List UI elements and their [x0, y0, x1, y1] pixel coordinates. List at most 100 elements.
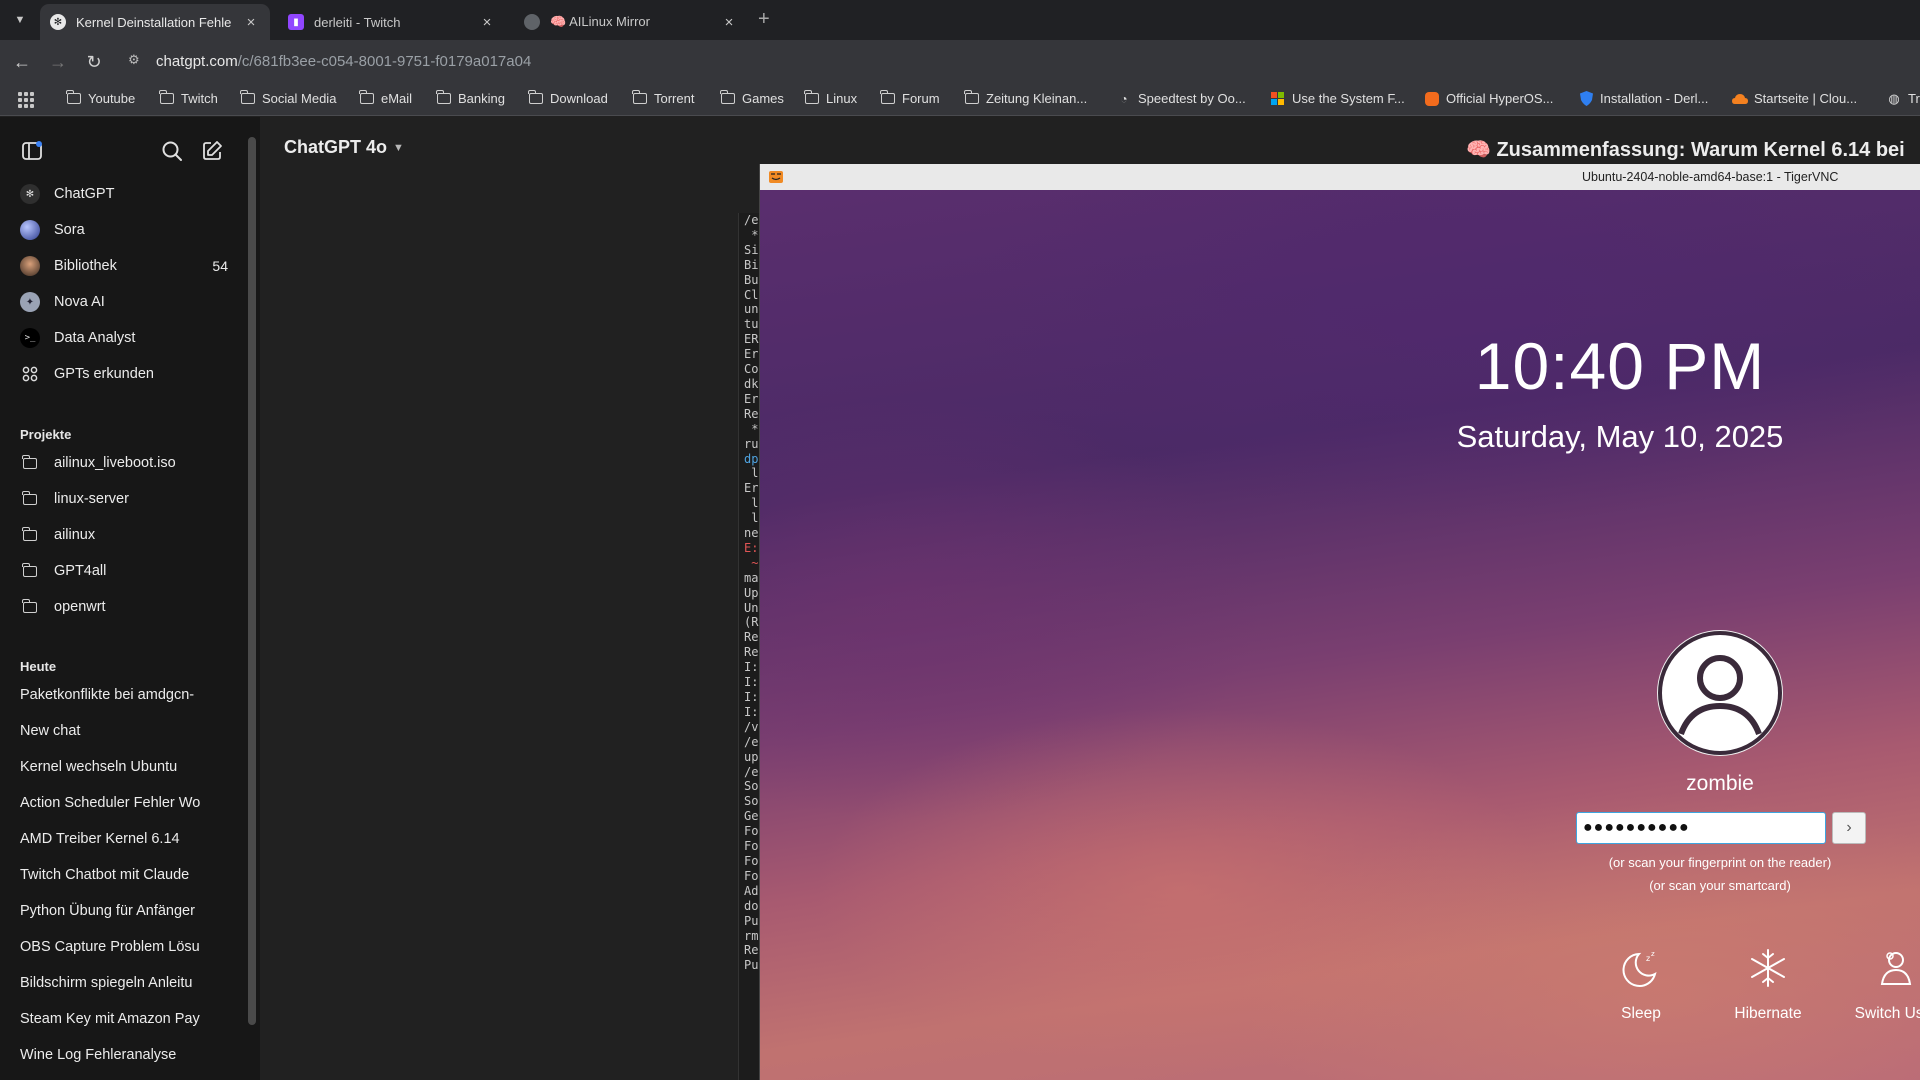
sidebar-item-label: GPTs erkunden: [54, 366, 154, 382]
bookmark-label: Torrent: [654, 91, 695, 106]
fingerprint-hint: (or scan your fingerprint on the reader): [1608, 855, 1832, 870]
bookmark-folder[interactable]: Linux: [804, 90, 858, 106]
chat-history-item[interactable]: Twitch Chatbot mit Claude: [8, 858, 204, 892]
bookmark-label: Games: [742, 91, 784, 106]
chat-history-item[interactable]: Python Übung für Anfänger: [8, 894, 204, 928]
new-tab-button[interactable]: +: [758, 8, 770, 31]
chat-history-item[interactable]: OBS Capture Problem Lösu: [8, 930, 204, 964]
switch-user-label: Switch User: [1854, 1005, 1920, 1022]
chat-history-item[interactable]: New chat: [8, 714, 204, 748]
sleep-label: Sleep: [1621, 1005, 1661, 1022]
bookmark-label: Twitch: [181, 91, 218, 106]
bookmark-label: Linux: [826, 91, 858, 106]
tab-search-chevron-icon[interactable]: ▼: [8, 8, 32, 32]
reload-icon[interactable]: ↻: [82, 50, 106, 74]
close-tab-icon[interactable]: ×: [478, 14, 496, 31]
chat-history-item[interactable]: Action Scheduler Fehler Wo: [8, 786, 204, 820]
explore-gpts-icon: [20, 364, 40, 384]
vnc-window: Ubuntu-2404-noble-amd64-base:1 - TigerVN…: [759, 164, 1920, 1080]
site-info-icon[interactable]: ⚙: [128, 52, 146, 72]
bookmark-folder[interactable]: Games: [720, 90, 784, 106]
chat-history-item[interactable]: AMD Treiber Kernel 6.14: [8, 822, 204, 856]
model-selector[interactable]: ChatGPT 4o ▼: [284, 137, 404, 158]
library-icon: [20, 256, 40, 276]
sidebar-item-label: Bibliothek: [54, 258, 117, 274]
chat-history-item[interactable]: Kernel wechseln Ubuntu: [8, 750, 204, 784]
project-item[interactable]: ailinux_liveboot.iso: [8, 446, 238, 480]
chat-history-item[interactable]: Steam Key mit Amazon Pay: [8, 1002, 204, 1036]
tab-twitch[interactable]: ▮ derleiti - Twitch ×: [278, 4, 506, 40]
password-field[interactable]: ●●●●●●●●●●: [1576, 812, 1826, 844]
folder-icon: [804, 90, 819, 104]
new-chat-icon[interactable]: [200, 139, 224, 163]
bookmark-folder[interactable]: Download: [528, 90, 608, 106]
bookmark-folder[interactable]: Forum: [880, 90, 940, 106]
sidebar-item-library[interactable]: Bibliothek 54: [8, 249, 238, 283]
sidebar-scrollbar[interactable]: [248, 125, 256, 1025]
sleep-button[interactable]: z z Sleep: [1586, 946, 1696, 1023]
apps-grid-icon[interactable]: [18, 92, 34, 108]
sidebar-item-chatgpt[interactable]: ✻ ChatGPT: [8, 177, 238, 211]
bookmark-link[interactable]: ◔ Speedtest by Oo...: [1116, 91, 1245, 106]
chat-history-item[interactable]: Wine Log Fehleranalyse: [8, 1038, 204, 1072]
bookmark-label: Download: [550, 91, 608, 106]
project-item[interactable]: GPT4all: [8, 554, 238, 588]
twitch-favicon-icon: ▮: [288, 14, 304, 30]
search-icon[interactable]: [160, 139, 184, 163]
response-heading: 🧠 Zusammenfassung: Warum Kernel 6.14 bei: [1466, 137, 1905, 162]
sidebar-item-data-analyst[interactable]: >_ Data Analyst: [8, 321, 238, 355]
tab-chatgpt[interactable]: ✻ Kernel Deinstallation Fehle ×: [40, 4, 270, 40]
bookmark-folder[interactable]: Zeitung Kleinan...: [964, 90, 1087, 106]
bookmark-folder[interactable]: Youtube: [66, 90, 135, 106]
close-tab-icon[interactable]: ×: [720, 14, 738, 31]
folder-icon: [880, 90, 895, 104]
chat-sidebar: ✻ ChatGPT Sora Bibliothek 54 ✦ Nova AI >…: [0, 117, 260, 1080]
project-label: openwrt: [54, 599, 106, 615]
sidebar-item-nova-ai[interactable]: ✦ Nova AI: [8, 285, 238, 319]
chat-history-item[interactable]: Paketkonflikte bei amdgcn-: [8, 678, 204, 712]
folder-icon: [20, 597, 40, 617]
chat-history-item[interactable]: Bildschirm spiegeln Anleitu: [8, 966, 204, 1000]
vnc-window-title: Ubuntu-2404-noble-amd64-base:1 - TigerVN…: [1582, 170, 1839, 184]
tigervnc-app-icon: [769, 171, 783, 183]
project-label: GPT4all: [54, 563, 107, 579]
hibernate-button[interactable]: Hibernate: [1713, 946, 1823, 1023]
tab-ailinux-mirror[interactable]: 🧠 AILinux Mirror ×: [514, 4, 748, 40]
project-item[interactable]: linux-server: [8, 482, 238, 516]
bookmark-label: Social Media: [262, 91, 337, 106]
vnc-titlebar[interactable]: Ubuntu-2404-noble-amd64-base:1 - TigerVN…: [760, 164, 1920, 190]
brain-emoji-icon: 🧠: [1466, 139, 1497, 161]
bookmark-folder[interactable]: Torrent: [632, 90, 695, 106]
back-arrow-icon[interactable]: ←: [10, 50, 34, 74]
bookmark-link[interactable]: Installation - Derl...: [1578, 91, 1708, 106]
address-bar[interactable]: chatgpt.com/c/681fb3ee-c054-8001-9751-f0…: [156, 53, 531, 70]
scrollbar-thumb[interactable]: [248, 137, 256, 1025]
bookmark-link[interactable]: Official HyperOS...: [1424, 91, 1553, 106]
chevron-down-icon: ▼: [393, 141, 404, 154]
svg-text:z: z: [1651, 950, 1655, 958]
url-host: chatgpt.com: [156, 53, 238, 70]
folder-icon: [20, 525, 40, 545]
bookmark-folder[interactable]: Banking: [436, 90, 505, 106]
project-item[interactable]: ailinux: [8, 518, 238, 552]
close-tab-icon[interactable]: ×: [242, 14, 260, 31]
sidebar-item-explore-gpts[interactable]: GPTs erkunden: [8, 357, 238, 391]
user-avatar[interactable]: [1657, 630, 1783, 756]
sidebar-item-sora[interactable]: Sora: [8, 213, 238, 247]
today-heading: Heute: [20, 659, 57, 674]
folder-icon: [964, 90, 979, 104]
bookmark-link[interactable]: Use the System F...: [1270, 91, 1405, 106]
bookmark-folder[interactable]: Twitch: [159, 90, 218, 106]
folder-icon: [436, 90, 451, 104]
sidebar-toggle-icon[interactable]: [20, 139, 44, 163]
bookmark-folder[interactable]: eMail: [359, 90, 412, 106]
bookmark-link[interactable]: ◍ Tr: [1886, 91, 1919, 107]
project-item[interactable]: openwrt: [8, 590, 238, 624]
bookmark-folder[interactable]: Social Media: [240, 90, 337, 106]
login-submit-button[interactable]: ›: [1832, 812, 1866, 844]
switch-user-button[interactable]: Switch User: [1841, 946, 1920, 1023]
bookmark-link[interactable]: Startseite | Clou...: [1732, 91, 1857, 106]
model-label: ChatGPT 4o: [284, 137, 388, 157]
browser-toolbar: ← → ↻ ⚙ chatgpt.com/c/681fb3ee-c054-8001…: [0, 40, 1920, 84]
forward-arrow-icon[interactable]: →: [46, 50, 70, 74]
